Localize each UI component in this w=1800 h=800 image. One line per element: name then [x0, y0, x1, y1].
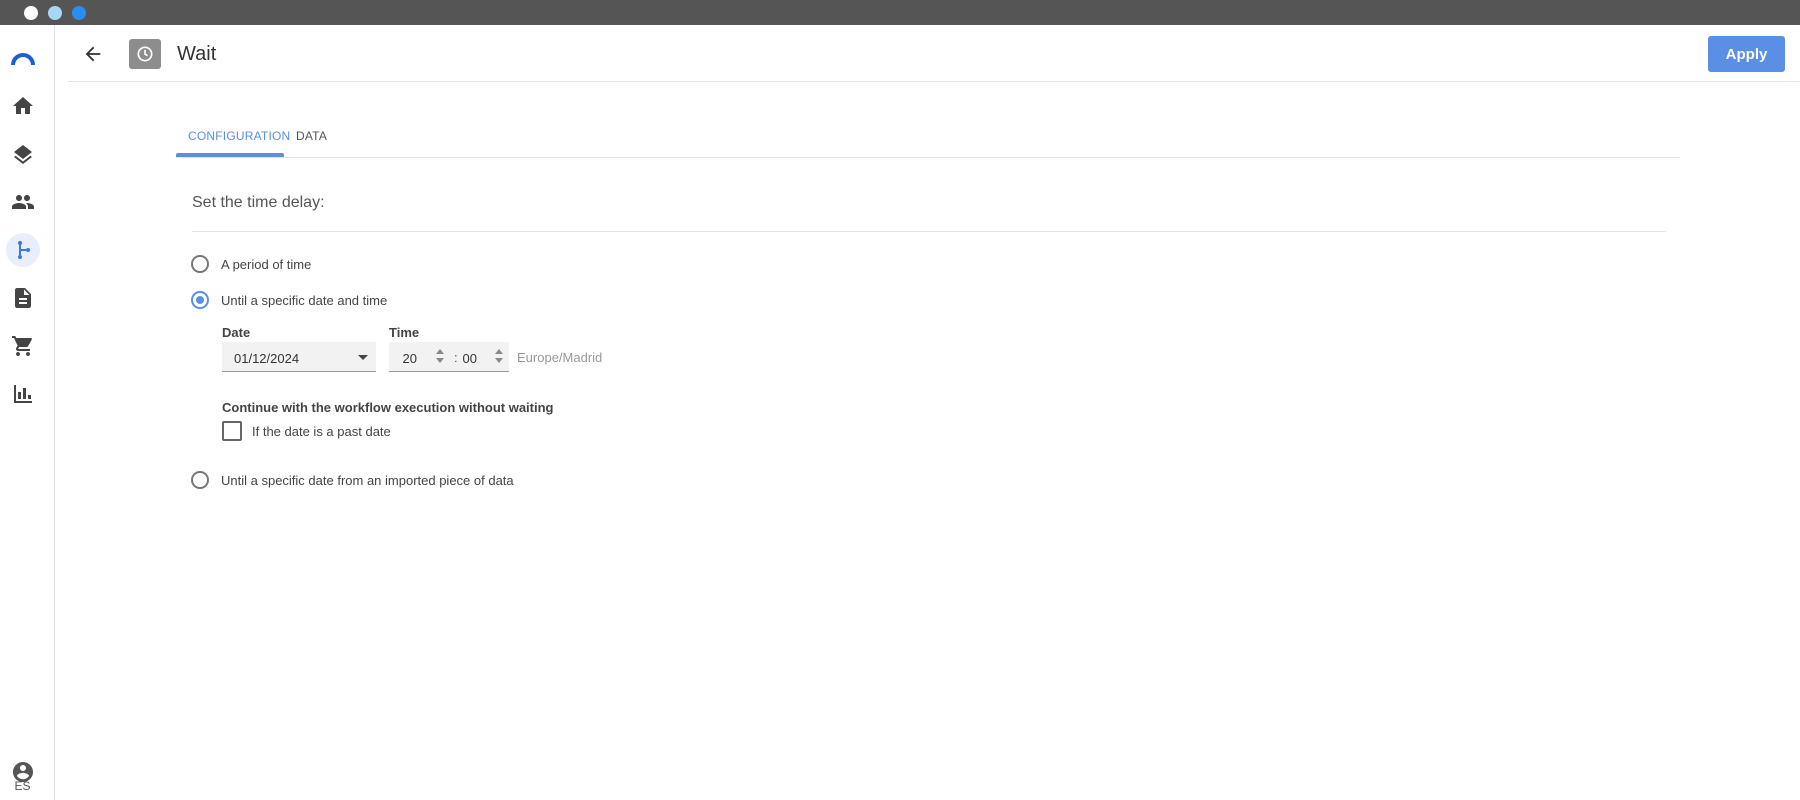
document-icon[interactable] — [6, 281, 40, 315]
section-label: Set the time delay: — [192, 194, 325, 211]
arrow-left-icon — [85, 46, 101, 62]
logo-arc-icon[interactable] — [6, 42, 40, 76]
tab-bar: CONFIGURATION DATA — [176, 117, 1680, 158]
option-label: A period of time — [221, 256, 312, 272]
section-divider — [192, 231, 1666, 232]
window-titlebar — [0, 0, 1800, 25]
workflow-branch-icon[interactable] — [6, 233, 40, 267]
hours-input[interactable]: 20 — [393, 351, 417, 366]
time-label: Time — [389, 325, 420, 340]
option-specific-date-time[interactable]: Until a specific date and time — [191, 288, 387, 312]
page-header: Wait Apply — [68, 25, 1800, 82]
option-label: Until a specific date from an imported p… — [221, 472, 514, 488]
home-icon[interactable] — [6, 89, 40, 123]
past-date-checkbox-row[interactable]: If the date is a past date — [222, 420, 391, 442]
hours-stepper[interactable] — [436, 349, 446, 365]
chevron-down-icon — [358, 355, 368, 360]
stepper-up-icon[interactable] — [436, 349, 444, 354]
checkbox-label: If the date is a past date — [252, 423, 391, 439]
radio-imported-date[interactable] — [191, 471, 209, 489]
step-type-badge — [129, 39, 161, 69]
stepper-down-icon[interactable] — [495, 358, 503, 363]
past-date-checkbox[interactable] — [222, 421, 242, 441]
stepper-down-icon[interactable] — [436, 358, 444, 363]
layers-icon[interactable] — [6, 137, 40, 171]
option-label: Until a specific date and time — [221, 292, 388, 308]
option-period-of-time[interactable]: A period of time — [191, 252, 311, 276]
bar-chart-icon[interactable] — [6, 377, 40, 411]
time-input: 20 : 00 — [389, 342, 509, 372]
window-close-dot[interactable] — [24, 6, 38, 20]
window-minimize-dot[interactable] — [48, 6, 62, 20]
minutes-input[interactable]: 00 — [453, 351, 477, 366]
language-label[interactable]: ES — [0, 779, 45, 793]
date-select[interactable]: 01/12/2024 — [222, 342, 376, 372]
tab-data[interactable]: DATA — [296, 129, 327, 143]
left-navigation: ES — [0, 25, 55, 800]
continue-label: Continue with the workflow execution wit… — [222, 400, 554, 415]
cart-icon[interactable] — [6, 329, 40, 363]
stepper-up-icon[interactable] — [495, 349, 503, 354]
back-button[interactable] — [80, 41, 106, 67]
page-title: Wait — [177, 43, 217, 65]
active-tab-indicator — [176, 153, 284, 157]
window-maximize-dot[interactable] — [72, 6, 86, 20]
option-imported-date[interactable]: Until a specific date from an imported p… — [191, 468, 514, 492]
apply-button[interactable]: Apply — [1708, 36, 1785, 72]
tab-configuration[interactable]: CONFIGURATION — [188, 129, 290, 143]
timezone-label: Europe/Madrid — [517, 350, 603, 365]
date-label: Date — [222, 325, 251, 340]
clock-icon — [137, 46, 153, 62]
minutes-stepper[interactable] — [495, 349, 505, 365]
radio-specific-date-time[interactable] — [191, 291, 209, 309]
radio-period-of-time[interactable] — [191, 255, 209, 273]
people-icon[interactable] — [6, 185, 40, 219]
date-value: 01/12/2024 — [234, 351, 300, 366]
